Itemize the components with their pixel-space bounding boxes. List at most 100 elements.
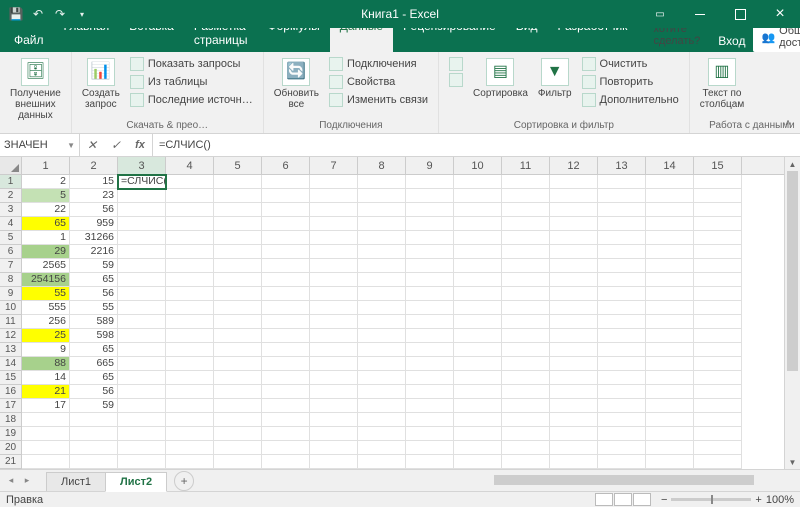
cell[interactable] [214, 385, 262, 399]
cell[interactable] [550, 301, 598, 315]
cell[interactable]: 21 [22, 385, 70, 399]
cell[interactable] [214, 245, 262, 259]
row-header[interactable]: 8 [0, 273, 21, 287]
cell[interactable] [310, 189, 358, 203]
cell[interactable] [310, 245, 358, 259]
cell[interactable] [262, 287, 310, 301]
cell[interactable]: 2565 [22, 259, 70, 273]
cell[interactable] [694, 343, 742, 357]
cell[interactable] [502, 287, 550, 301]
cell[interactable] [454, 301, 502, 315]
cell[interactable] [262, 259, 310, 273]
cell[interactable] [214, 287, 262, 301]
minimize-button[interactable] [680, 0, 720, 28]
cell[interactable] [694, 273, 742, 287]
filter-button[interactable]: ▼Фильтр [536, 56, 574, 101]
sheet-tab[interactable]: Лист1 [46, 472, 106, 491]
cell[interactable] [598, 203, 646, 217]
cell[interactable] [358, 455, 406, 469]
chevron-down-icon[interactable]: ▼ [67, 141, 75, 150]
cell[interactable] [118, 441, 166, 455]
cell[interactable] [310, 217, 358, 231]
scrollbar-thumb[interactable] [787, 171, 798, 371]
cell[interactable] [22, 413, 70, 427]
column-header[interactable]: 9 [406, 157, 454, 174]
cell[interactable] [310, 273, 358, 287]
row-header[interactable]: 19 [0, 427, 21, 441]
cell[interactable] [310, 175, 358, 189]
cell[interactable] [22, 441, 70, 455]
cell[interactable] [358, 371, 406, 385]
cell[interactable] [646, 217, 694, 231]
cell[interactable] [166, 441, 214, 455]
cells-area[interactable]: 215=СЛЧИС()52322566595913126629221625655… [22, 175, 800, 469]
cell[interactable]: 65 [70, 371, 118, 385]
cell[interactable] [502, 217, 550, 231]
cell[interactable] [406, 427, 454, 441]
cell[interactable] [262, 357, 310, 371]
cell[interactable] [22, 455, 70, 469]
qat-customize-icon[interactable]: ▾ [74, 6, 90, 22]
zoom-in-icon[interactable]: + [755, 494, 761, 506]
cell[interactable] [598, 455, 646, 469]
cell[interactable] [166, 455, 214, 469]
cell[interactable] [550, 399, 598, 413]
cell[interactable] [358, 441, 406, 455]
cell[interactable]: 254156 [22, 273, 70, 287]
refresh-all-button[interactable]: 🔄Обновить все [272, 56, 321, 112]
sort-button[interactable]: ▤Сортировка [471, 56, 530, 101]
cell[interactable] [454, 329, 502, 343]
cell[interactable] [310, 301, 358, 315]
name-box-input[interactable] [4, 139, 64, 151]
horizontal-scrollbar[interactable] [482, 473, 782, 487]
cell[interactable]: 9 [22, 343, 70, 357]
cell[interactable] [646, 231, 694, 245]
cell[interactable] [502, 301, 550, 315]
cell[interactable] [694, 455, 742, 469]
cell[interactable] [454, 189, 502, 203]
accept-formula-button[interactable]: ✓ [104, 134, 128, 156]
cell[interactable] [598, 329, 646, 343]
cell[interactable] [646, 245, 694, 259]
row-header[interactable]: 3 [0, 203, 21, 217]
cell[interactable] [694, 231, 742, 245]
cell[interactable] [502, 245, 550, 259]
column-header[interactable]: 5 [214, 157, 262, 174]
cell[interactable] [118, 301, 166, 315]
cell[interactable] [214, 301, 262, 315]
cell[interactable] [406, 231, 454, 245]
cell[interactable]: 55 [70, 301, 118, 315]
cell[interactable] [406, 175, 454, 189]
cell[interactable]: 22 [22, 203, 70, 217]
scroll-down-icon[interactable]: ▼ [785, 455, 800, 469]
cell[interactable] [502, 231, 550, 245]
cell[interactable] [166, 301, 214, 315]
cell[interactable] [598, 175, 646, 189]
cell[interactable] [310, 203, 358, 217]
cell[interactable] [502, 371, 550, 385]
row-header[interactable]: 15 [0, 371, 21, 385]
cell[interactable] [310, 441, 358, 455]
cell[interactable] [262, 273, 310, 287]
cell[interactable] [598, 259, 646, 273]
cell[interactable] [214, 315, 262, 329]
cell[interactable] [694, 329, 742, 343]
cell[interactable] [454, 245, 502, 259]
cell[interactable] [550, 189, 598, 203]
cell[interactable] [166, 175, 214, 189]
cell[interactable] [310, 259, 358, 273]
cell[interactable] [598, 217, 646, 231]
cell[interactable]: 14 [22, 371, 70, 385]
cell[interactable] [262, 245, 310, 259]
cell[interactable] [550, 427, 598, 441]
cell[interactable] [118, 357, 166, 371]
cell[interactable] [550, 413, 598, 427]
cell[interactable] [166, 273, 214, 287]
cell[interactable] [454, 385, 502, 399]
recent-sources-button[interactable]: Последние источн… [128, 92, 255, 108]
cell[interactable] [550, 455, 598, 469]
row-header[interactable]: 2 [0, 189, 21, 203]
cell[interactable] [694, 287, 742, 301]
cell[interactable] [502, 259, 550, 273]
cell[interactable]: =СЛЧИС() [118, 175, 166, 189]
